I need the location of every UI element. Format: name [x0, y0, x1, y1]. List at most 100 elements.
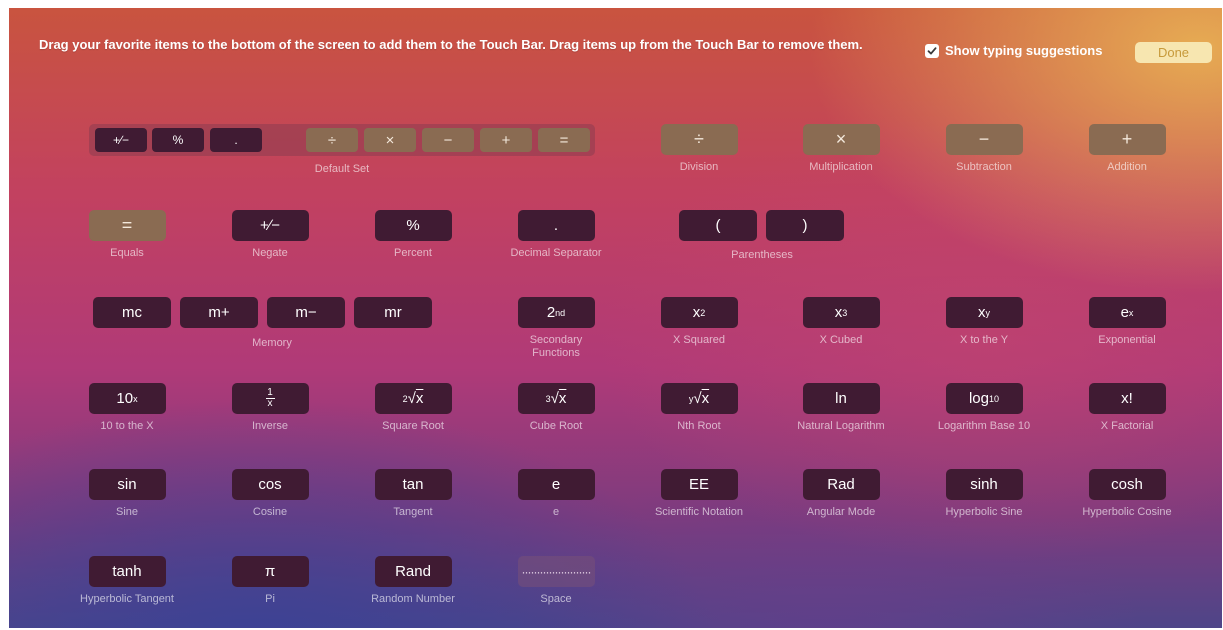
division-key: ÷: [660, 124, 738, 155]
multiplication-item[interactable]: × Multiplication: [783, 124, 899, 174]
random-number-key: Rand: [374, 556, 452, 587]
done-button[interactable]: Done: [1135, 42, 1212, 63]
hyperbolic-cosine-key: cosh: [1088, 469, 1166, 500]
checkmark-icon: [927, 46, 937, 54]
parentheses-item[interactable]: ( ): [679, 210, 844, 241]
e-item[interactable]: e e: [498, 469, 614, 519]
show-typing-suggestions-toggle[interactable]: Show typing suggestions: [925, 43, 1102, 58]
x-factorial-key: x!: [1088, 383, 1166, 414]
equals-label: Equals: [110, 247, 144, 259]
instruction-text: Drag your favorite items to the bottom o…: [39, 37, 863, 52]
multiplication-label: Multiplication: [809, 161, 873, 173]
show-typing-suggestions-label: Show typing suggestions: [945, 43, 1103, 58]
exponential-key: ex: [1088, 297, 1166, 328]
sine-key: sin: [88, 469, 166, 500]
logarithm-base-10-key: log 10: [945, 383, 1023, 414]
subtraction-label: Subtraction: [956, 161, 1012, 173]
scientific-notation-label: Scientific Notation: [654, 506, 744, 518]
multiplication-key: ×: [802, 124, 880, 155]
cube-root-label: Cube Root: [529, 420, 583, 432]
memory-item[interactable]: mc m+ m− mr: [93, 297, 432, 328]
decimal-separator-key: .: [517, 210, 595, 241]
hyperbolic-sine-key: sinh: [945, 469, 1023, 500]
cosine-label: Cosine: [252, 506, 288, 518]
cosine-item[interactable]: cos Cosine: [212, 469, 328, 519]
hyperbolic-tangent-key: tanh: [88, 556, 166, 587]
close-parenthesis-key: ): [766, 210, 844, 241]
x-squared-key: x2: [660, 297, 738, 328]
default-set-label: Default Set: [314, 163, 370, 175]
x-to-the-y-label: X to the Y: [959, 334, 1009, 346]
e-key: e: [517, 469, 595, 500]
natural-logarithm-item[interactable]: ln Natural Logarithm: [783, 383, 899, 433]
hyperbolic-cosine-item[interactable]: cosh Hyperbolic Cosine: [1069, 469, 1185, 519]
x-cubed-item[interactable]: x3 X Cubed: [783, 297, 899, 347]
natural-logarithm-key: ln: [802, 383, 880, 414]
hyperbolic-cosine-label: Hyperbolic Cosine: [1082, 506, 1172, 518]
angular-mode-key: Rad: [802, 469, 880, 500]
inverse-item[interactable]: 1x Inverse: [212, 383, 328, 433]
memory-add-key: m+: [180, 297, 258, 328]
nth-root-label: Nth Root: [677, 420, 721, 432]
sine-item[interactable]: sin Sine: [69, 469, 185, 519]
default-decimal-key: .: [210, 128, 262, 152]
space-item[interactable]: ······················· Space: [498, 556, 614, 606]
parentheses-label: Parentheses: [731, 249, 793, 261]
subtraction-item[interactable]: − Subtraction: [926, 124, 1042, 174]
scientific-notation-item[interactable]: EE Scientific Notation: [641, 469, 757, 519]
random-number-label: Random Number: [371, 593, 455, 605]
equals-key: =: [88, 210, 166, 241]
nth-root-item[interactable]: y √ x Nth Root: [641, 383, 757, 433]
scientific-notation-key: EE: [660, 469, 738, 500]
e-label: e: [552, 506, 560, 518]
secondary-functions-key: 2nd: [517, 297, 595, 328]
sine-label: Sine: [115, 506, 139, 518]
secondary-functions-label: Secondary Functions: [529, 334, 583, 359]
random-number-item[interactable]: Rand Random Number: [355, 556, 471, 606]
cosine-key: cos: [231, 469, 309, 500]
decimal-separator-item[interactable]: . Decimal Separator: [498, 210, 614, 260]
space-key: ·······················: [517, 556, 595, 587]
space-label: Space: [540, 593, 572, 605]
tangent-label: Tangent: [393, 506, 433, 518]
angular-mode-item[interactable]: Rad Angular Mode: [783, 469, 899, 519]
natural-logarithm-label: Natural Logarithm: [797, 420, 885, 432]
default-set-item[interactable]: +∕− % . ÷ × − + =: [89, 124, 595, 156]
nth-root-key: y √ x: [660, 383, 738, 414]
addition-item[interactable]: + Addition: [1069, 124, 1185, 174]
x-factorial-label: X Factorial: [1100, 420, 1154, 432]
pi-item[interactable]: π Pi: [212, 556, 328, 606]
x-factorial-item[interactable]: x! X Factorial: [1069, 383, 1185, 433]
exponential-item[interactable]: ex Exponential: [1069, 297, 1185, 347]
ten-to-the-x-item[interactable]: 10 x 10 to the X: [69, 383, 185, 433]
secondary-functions-item[interactable]: 2nd Secondary Functions: [498, 297, 614, 360]
cube-root-item[interactable]: 3 √ x Cube Root: [498, 383, 614, 433]
tangent-item[interactable]: tan Tangent: [355, 469, 471, 519]
negate-item[interactable]: +∕− Negate: [212, 210, 328, 260]
hyperbolic-tangent-item[interactable]: tanh Hyperbolic Tangent: [69, 556, 185, 606]
checkbox[interactable]: [925, 43, 939, 58]
negate-key: +∕−: [231, 210, 309, 241]
pi-key: π: [231, 556, 309, 587]
square-root-item[interactable]: 2 √ x Square Root: [355, 383, 471, 433]
inverse-key: 1x: [231, 383, 309, 414]
cube-root-key: 3 √ x: [517, 383, 595, 414]
memory-label: Memory: [252, 337, 292, 349]
addition-label: Addition: [1107, 161, 1147, 173]
x-squared-label: X Squared: [673, 334, 725, 346]
addition-key: +: [1088, 124, 1166, 155]
hyperbolic-sine-item[interactable]: sinh Hyperbolic Sine: [926, 469, 1042, 519]
hyperbolic-tangent-label: Hyperbolic Tangent: [80, 593, 174, 605]
x-to-the-y-item[interactable]: xy X to the Y: [926, 297, 1042, 347]
negate-label: Negate: [252, 247, 288, 259]
logarithm-base-10-item[interactable]: log 10 Logarithm Base 10: [926, 383, 1042, 433]
division-item[interactable]: ÷ Division: [641, 124, 757, 174]
default-equals-key: =: [538, 128, 590, 152]
angular-mode-label: Angular Mode: [806, 506, 876, 518]
tangent-key: tan: [374, 469, 452, 500]
x-squared-item[interactable]: x2 X Squared: [641, 297, 757, 347]
default-negate-key: +∕−: [95, 128, 147, 152]
percent-item[interactable]: % Percent: [355, 210, 471, 260]
decimal-separator-label: Decimal Separator: [510, 247, 602, 259]
equals-item[interactable]: = Equals: [69, 210, 185, 260]
